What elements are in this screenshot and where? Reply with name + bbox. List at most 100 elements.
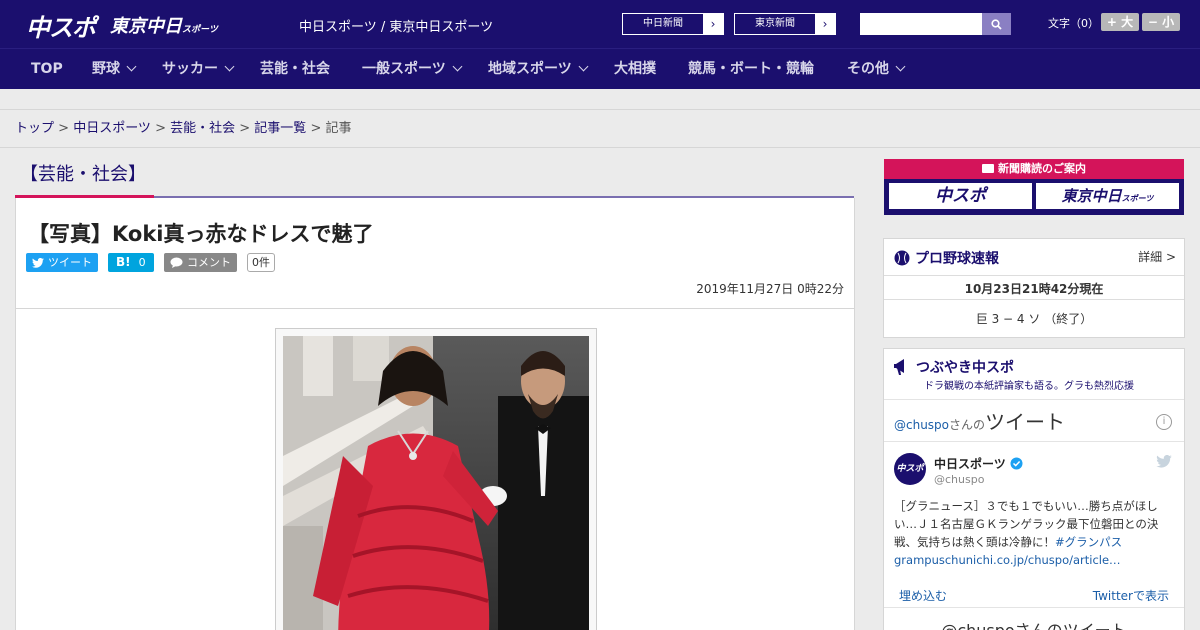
embed-link[interactable]: 埋め込む	[899, 587, 947, 604]
divider	[884, 399, 1184, 400]
subscribe-tokyo-chunichi-text: 東京中日	[1061, 187, 1122, 205]
avatar[interactable]: 中スポ	[894, 453, 926, 485]
tokyo-chunichi-logo-text: 東京中日	[110, 16, 182, 37]
verified-badge-icon	[1010, 457, 1023, 470]
hatena-bookmark-button[interactable]: B! 0	[108, 253, 154, 272]
comment-label: コメント	[187, 256, 231, 269]
baseball-title: プロ野球速報	[915, 251, 999, 267]
twitter-timeline-title: ツイート	[985, 410, 1066, 434]
baseball-icon	[894, 250, 910, 266]
breadcrumb-separator: >	[306, 121, 326, 136]
search-icon	[991, 18, 1002, 30]
twitter-bird-icon[interactable]	[1156, 455, 1172, 468]
baseball-score[interactable]: 巨 3 − 4 ソ （終了）	[884, 310, 1184, 327]
tweet-link[interactable]: grampuschunichi.co.jp/chuspo/article…	[894, 553, 1121, 567]
font-larger-button[interactable]: + 大	[1101, 13, 1139, 31]
nav-item-sumo[interactable]: 大相撲	[614, 49, 656, 90]
nav-item-label: TOP	[31, 61, 63, 77]
tweet-user[interactable]: 中日スポーツ	[934, 455, 1023, 472]
nav-item-label: 大相撲	[614, 61, 656, 77]
hatena-count: 0	[138, 256, 146, 269]
comment-count: 0件	[247, 253, 275, 272]
subscribe-tokyo-chunichi-small: スポーツ	[1121, 194, 1154, 203]
breadcrumb-current: 記事	[325, 121, 352, 136]
tsubuyaki-panel: つぶやき中スポ ドラ観戦の本紙評論家も語る。グラも熱烈応援 @chuspoさんの…	[883, 348, 1185, 630]
category-title: 【芸能・社会】	[20, 164, 146, 185]
tokyo-shimbun-button[interactable]: 東京新聞 ›	[734, 13, 836, 35]
nav-item-label: 芸能・社会	[260, 61, 330, 77]
nav-item-other[interactable]: その他	[847, 49, 906, 90]
top-header: 中スポ 東京中日スポーツ 中日スポーツ / 東京中日スポーツ 中日新聞 › 東京…	[0, 0, 1200, 48]
tsubuyaki-subtitle: ドラ観戦の本紙評論家も語る。グラも熱烈応援	[924, 381, 1134, 392]
article-title: 【写真】Koki真っ赤なドレスで魅了	[28, 222, 374, 246]
twitter-handle-link[interactable]: @chuspo	[894, 418, 949, 432]
divider	[884, 275, 1184, 276]
breadcrumb-separator: >	[235, 121, 255, 136]
tweet-user-handle[interactable]: @chuspo	[934, 473, 984, 486]
nav-item-label: 野球	[92, 61, 120, 77]
ad-gap	[0, 89, 1200, 110]
nav-item-label: 一般スポーツ	[362, 61, 446, 77]
nav-item-label: 競馬・ボート・競輪	[688, 61, 814, 77]
nav-item-entertainment[interactable]: 芸能・社会	[260, 49, 330, 90]
chevron-down-icon	[578, 61, 589, 72]
breadcrumb-link-chunichi-sports[interactable]: 中日スポーツ	[73, 121, 151, 136]
chevron-down-icon	[452, 61, 463, 72]
article-photo-frame	[275, 328, 597, 630]
chevron-down-icon	[126, 61, 137, 72]
font-smaller-button[interactable]: − 小	[1142, 13, 1180, 31]
chevron-down-icon	[895, 61, 906, 72]
comment-button[interactable]: コメント	[164, 253, 237, 272]
nav-item-racing[interactable]: 競馬・ボート・競輪	[688, 49, 814, 90]
tokyo-chunichi-logo[interactable]: 東京中日スポーツ	[110, 12, 218, 38]
nav-item-label: 地域スポーツ	[488, 61, 572, 77]
search-input[interactable]	[860, 13, 982, 35]
divider	[884, 441, 1184, 442]
subscription-banner[interactable]: 新聞購読のご案内 中スポ 東京中日スポーツ	[884, 159, 1184, 215]
subscribe-chuspo-logo[interactable]: 中スポ	[888, 182, 1033, 210]
chevron-right-icon: ›	[710, 17, 716, 31]
chunichi-shimbun-button[interactable]: 中日新聞 ›	[622, 13, 724, 35]
site-names: 中日スポーツ / 東京中日スポーツ	[299, 20, 494, 35]
tsubuyaki-title: つぶやき中スポ	[916, 360, 1014, 376]
subscription-heading-text: 新聞購読のご案内	[998, 162, 1086, 175]
article-photo[interactable]	[283, 336, 589, 630]
twitter-handle-suffix: さんの	[949, 418, 986, 432]
breadcrumb-separator: >	[150, 121, 171, 136]
twitter-timeline-header[interactable]: @chuspoさんのツイート	[894, 406, 1065, 435]
article-photo-image	[283, 336, 589, 630]
megaphone-icon	[894, 359, 904, 375]
search-button[interactable]	[982, 13, 1011, 35]
chevron-down-icon	[224, 61, 235, 72]
baseball-detail-link[interactable]: 詳細 >	[1138, 248, 1176, 265]
nav-item-top[interactable]: TOP	[31, 49, 63, 90]
article-date: 2019年11月27日 0時22分	[696, 282, 844, 296]
baseball-datetime: 10月23日21時42分現在	[964, 282, 1104, 296]
breadcrumb-link-entertainment[interactable]: 芸能・社会	[170, 121, 235, 136]
tweet-user-name: 中日スポーツ	[934, 457, 1006, 471]
tweet-button[interactable]: ツイート	[26, 253, 98, 272]
baseball-heading: プロ野球速報	[894, 248, 999, 268]
breadcrumb-link-article-list[interactable]: 記事一覧	[254, 121, 306, 136]
speech-bubble-icon	[170, 257, 183, 268]
breadcrumb-link-top[interactable]: トップ	[15, 121, 54, 136]
divider	[884, 607, 1184, 608]
nav-item-label: その他	[847, 61, 889, 77]
tweet-label: ツイート	[48, 256, 92, 269]
font-size-label: 文字（0）	[1048, 17, 1099, 30]
breadcrumb: トップ > 中日スポーツ > 芸能・社会 > 記事一覧 > 記事	[0, 110, 1200, 148]
tokyo-chunichi-logo-small: スポーツ	[182, 25, 218, 35]
twitter-footer-title[interactable]: @chuspoさんのツイート	[884, 617, 1184, 630]
info-icon[interactable]: i	[1156, 414, 1172, 430]
nav-item-local-sports[interactable]: 地域スポーツ	[488, 49, 589, 90]
subscribe-tokyo-chunichi-logo[interactable]: 東京中日スポーツ	[1035, 182, 1180, 210]
nav-item-baseball[interactable]: 野球	[92, 49, 137, 90]
nav-item-general-sports[interactable]: 一般スポーツ	[362, 49, 463, 90]
nav-item-soccer[interactable]: サッカー	[162, 49, 235, 90]
chuspo-logo[interactable]: 中スポ	[26, 8, 96, 43]
twitter-bird-icon	[32, 257, 44, 268]
tsubuyaki-heading: つぶやき中スポ	[894, 357, 1014, 377]
view-on-twitter-link[interactable]: Twitterで表示	[1093, 587, 1169, 604]
tokyo-shimbun-label: 東京新聞	[735, 14, 815, 34]
tweet-hashtag[interactable]: #グランパス	[1055, 535, 1122, 549]
